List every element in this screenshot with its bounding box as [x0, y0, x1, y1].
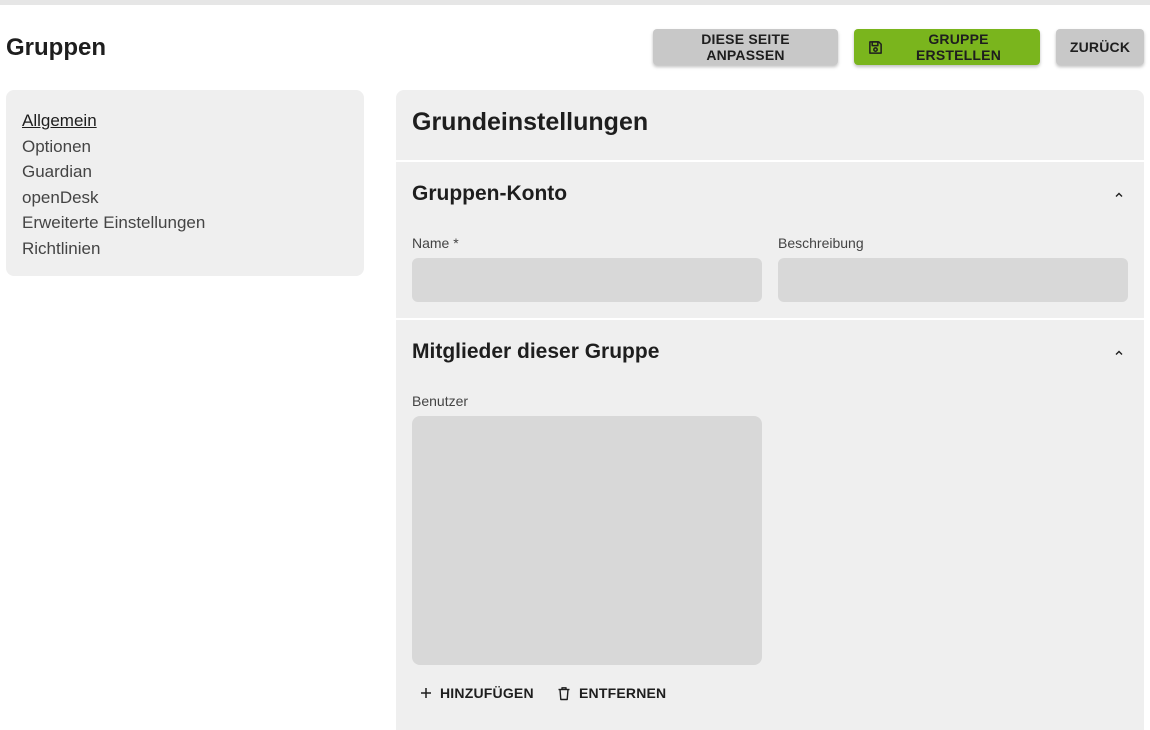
- description-label: Beschreibung: [778, 235, 864, 251]
- plus-icon: [420, 687, 432, 699]
- add-user-button[interactable]: HINZUFÜGEN: [420, 680, 534, 706]
- create-group-button[interactable]: GRUPPE ERSTELLEN: [854, 29, 1040, 65]
- section-nav-list: Allgemein Optionen Guardian openDesk Erw…: [6, 90, 364, 280]
- collapse-group-members-chevron-up-icon[interactable]: [1112, 346, 1126, 360]
- nav-item-opendesk[interactable]: openDesk: [22, 185, 348, 211]
- customize-page-button[interactable]: DIESE SEITE ANPASSEN: [653, 29, 838, 65]
- nav-item-allgemein[interactable]: Allgemein: [22, 108, 348, 134]
- main-content: Grundeinstellungen Gruppen-Konto Name * …: [396, 90, 1144, 730]
- collapse-group-account-chevron-up-icon[interactable]: [1112, 188, 1126, 202]
- remove-user-button-label: ENTFERNEN: [579, 685, 667, 701]
- group-members-title: Mitglieder dieser Gruppe: [412, 340, 660, 363]
- customize-page-button-label: DIESE SEITE ANPASSEN: [701, 31, 790, 63]
- section-navigation: Allgemein Optionen Guardian openDesk Erw…: [6, 90, 364, 276]
- group-members-section: Mitglieder dieser Gruppe Benutzer HINZUF…: [396, 320, 1144, 730]
- group-account-title: Gruppen-Konto: [412, 182, 568, 205]
- nav-item-advanced-settings[interactable]: Erweiterte Einstellungen: [22, 210, 348, 236]
- name-input[interactable]: [412, 258, 762, 302]
- save-icon: [868, 40, 883, 55]
- nav-item-guardian[interactable]: Guardian: [22, 159, 348, 185]
- group-account-section: Gruppen-Konto Name * Beschreibung: [396, 162, 1144, 318]
- remove-user-button[interactable]: ENTFERNEN: [557, 680, 666, 706]
- name-label: Name *: [412, 235, 459, 251]
- main-title: Grundeinstellungen: [412, 108, 649, 136]
- users-label: Benutzer: [412, 393, 469, 409]
- main-title-section: Grundeinstellungen: [396, 90, 1144, 160]
- top-strip: [0, 0, 1150, 5]
- users-list[interactable]: [412, 416, 762, 665]
- trash-icon: [557, 686, 571, 701]
- description-input[interactable]: [778, 258, 1128, 302]
- back-button[interactable]: ZURÜCK: [1056, 29, 1144, 65]
- nav-item-optionen[interactable]: Optionen: [22, 134, 348, 160]
- page-title: Gruppen: [6, 34, 106, 61]
- create-group-button-label: GRUPPE ERSTELLEN: [915, 31, 1002, 63]
- back-button-label: ZURÜCK: [1069, 39, 1131, 55]
- add-user-button-label: HINZUFÜGEN: [440, 685, 534, 701]
- nav-item-policies[interactable]: Richtlinien: [22, 236, 348, 262]
